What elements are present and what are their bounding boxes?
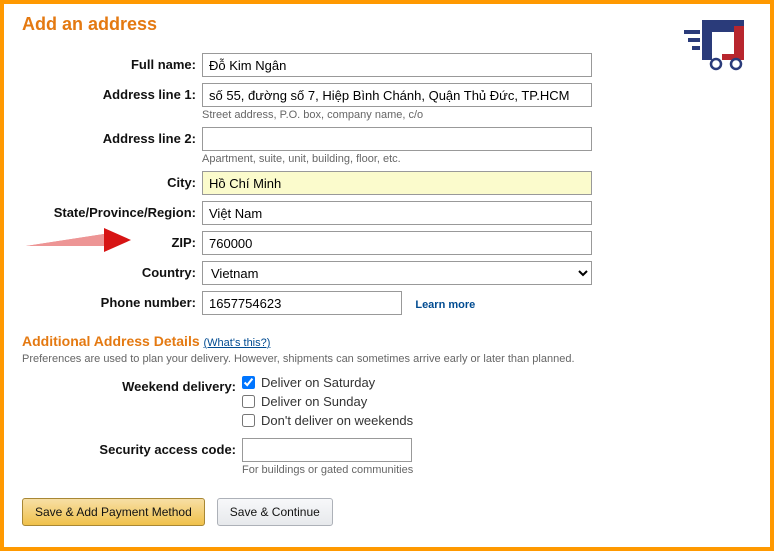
input-zip[interactable] bbox=[202, 231, 592, 255]
page-title: Add an address bbox=[22, 14, 752, 35]
label-addr2: Address line 2: bbox=[22, 127, 202, 146]
link-learn-more[interactable]: Learn more bbox=[415, 299, 475, 311]
save-continue-button[interactable]: Save & Continue bbox=[217, 498, 333, 526]
save-add-payment-button[interactable]: Save & Add Payment Method bbox=[22, 498, 205, 526]
select-country[interactable]: Vietnam bbox=[202, 261, 592, 285]
label-zip: ZIP: bbox=[22, 231, 202, 250]
label-fullname: Full name: bbox=[22, 53, 202, 72]
input-phone[interactable] bbox=[202, 291, 402, 315]
weekend-checkbox-1[interactable] bbox=[242, 395, 255, 408]
link-whats-this[interactable]: (What's this?) bbox=[204, 337, 271, 349]
logo bbox=[644, 12, 754, 72]
input-security[interactable] bbox=[242, 438, 412, 462]
weekend-checkbox-0[interactable] bbox=[242, 376, 255, 389]
weekend-options: Deliver on Saturday Deliver on Sunday Don'… bbox=[242, 375, 413, 432]
label-city: City: bbox=[22, 171, 202, 190]
hint-addr1: Street address, P.O. box, company name, … bbox=[202, 109, 602, 121]
label-state: State/Province/Region: bbox=[22, 201, 202, 220]
hint-addr2: Apartment, suite, unit, building, floor,… bbox=[202, 153, 602, 165]
prefs-note: Preferences are used to plan your delive… bbox=[22, 353, 642, 365]
weekend-option-1[interactable]: Deliver on Sunday bbox=[242, 394, 413, 409]
label-weekend: Weekend delivery: bbox=[22, 375, 242, 394]
weekend-label-0: Deliver on Saturday bbox=[261, 375, 375, 390]
weekend-label-1: Deliver on Sunday bbox=[261, 394, 367, 409]
weekend-label-2: Don't deliver on weekends bbox=[261, 413, 413, 428]
input-addr2[interactable] bbox=[202, 127, 592, 151]
weekend-option-2[interactable]: Don't deliver on weekends bbox=[242, 413, 413, 428]
input-state[interactable] bbox=[202, 201, 592, 225]
label-addr1: Address line 1: bbox=[22, 83, 202, 102]
additional-header: Additional Address Details bbox=[22, 333, 200, 349]
hint-security: For buildings or gated communities bbox=[242, 464, 642, 476]
label-phone: Phone number: bbox=[22, 291, 202, 310]
input-addr1[interactable] bbox=[202, 83, 592, 107]
weekend-checkbox-2[interactable] bbox=[242, 414, 255, 427]
weekend-option-0[interactable]: Deliver on Saturday bbox=[242, 375, 413, 390]
input-city[interactable] bbox=[202, 171, 592, 195]
input-fullname[interactable] bbox=[202, 53, 592, 77]
label-security: Security access code: bbox=[22, 438, 242, 457]
label-country: Country: bbox=[22, 261, 202, 280]
